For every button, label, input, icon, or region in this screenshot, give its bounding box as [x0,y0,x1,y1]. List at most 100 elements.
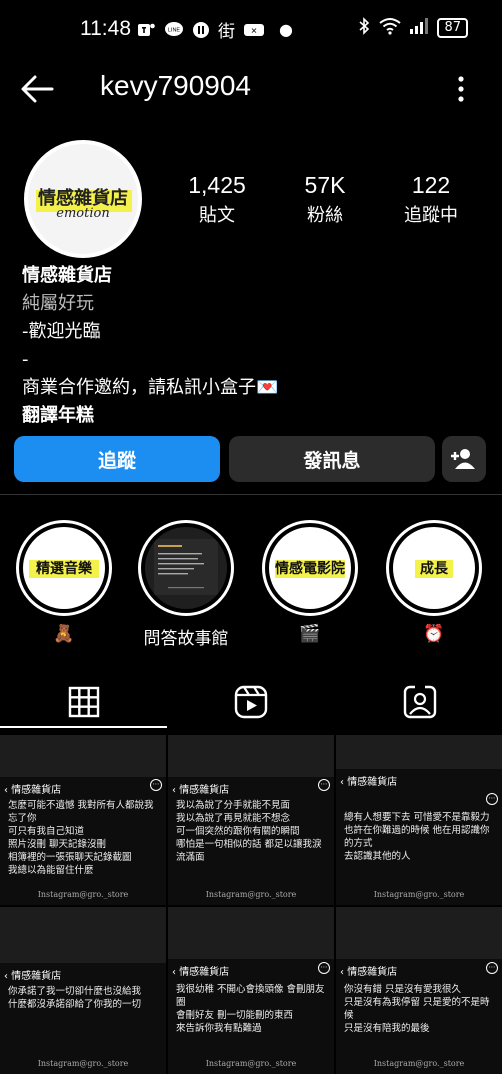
svg-text:LINE: LINE [168,27,181,33]
posts-grid-tab-icon[interactable] [64,682,104,722]
post-line: 來告訴你我有點難過 [176,1023,262,1034]
post-line: 怎麼可能不遺憾 我對所有人都說我忘了你 [8,800,154,824]
section-divider [0,494,502,495]
highlight-ring: 成長 [386,520,482,616]
post-top-band [0,907,166,963]
battery-indicator: 87 [437,18,468,38]
highlight-growth[interactable]: 成長 ⏰ [384,520,484,646]
avatar-text-sub: emotion [56,206,110,221]
post-text: 我很幼稚 不開心會換頭像 會刪朋友圈 會刪好友 刪一切能刪的東西 來告訴你我有點… [176,983,330,1035]
post-more-icon: ⋯ [318,779,330,791]
stat-following[interactable]: 122 追蹤中 [376,172,486,227]
status-notification-icons: LINE 街 ✕ ● [136,17,293,42]
profile-avatar[interactable]: 情感雜貨店 emotion [24,140,142,258]
post-line: 只是沒有陪我的最後 [344,1023,430,1034]
stat-posts[interactable]: 1,425 貼文 [162,172,272,227]
highlight-label: 🎬 [299,624,321,644]
post-watermark: Instagram@gro._store [373,1059,465,1068]
highlight-label: ⏰ [423,624,445,644]
tagged-tab-icon[interactable] [400,682,440,722]
post-line: 相簿裡的一張張聊天記錄截圖 [8,852,132,863]
post-thumbnail[interactable]: ‹ 情感雜貨店 ⋯ 你沒有錯 只是沒有愛我很久 只是沒有為我停留 只是愛的不是時… [336,907,502,1074]
post-line: 去認識其他的人 [344,851,411,862]
highlight-ring: 情感電影院 [262,520,358,616]
post-line: 也許在你難過的時候 他在用認識你的方式 [344,825,490,849]
post-thumbnail[interactable]: ‹ 情感雜貨店 你承諾了我一切卻什麼也沒給我 什麼都沒承諾卻給了你我的一切 In… [0,907,166,1074]
post-line: 總有人想要下去 可惜愛不是靠毅力 [344,812,490,823]
profile-bio: 情感雜貨店 純屬好玩 -歡迎光臨 - 商業合作邀約，請私訊小盒子💌 翻譯年糕 [22,262,482,430]
reels-tab-icon[interactable] [231,682,271,722]
post-thumbnail[interactable]: ‹ 情感雜貨店 ⋯ 我很幼稚 不開心會換頭像 會刪朋友圈 會刪好友 刪一切能刪的… [168,907,334,1074]
bio-line: 純屬好玩 [22,293,94,314]
post-text: 我以為說了分手就能不見面 我以為說了再見就能不想念 可一個突然的跟你有關的瞬間 … [176,799,330,864]
highlight-qa-thumbnail [154,539,218,595]
post-line: 我以為說了分手就能不見面 [176,800,291,811]
profile-display-name: 情感雜貨店 [22,265,112,286]
highlight-cover-text: 精選音樂 [36,561,92,577]
post-watermark: Instagram@gro._store [205,890,297,899]
post-line: 可只有我自己知道 [8,826,85,837]
highlight-ring [138,520,234,616]
stat-followers-label: 粉絲 [307,205,343,226]
post-line: 我很幼稚 不開心會換頭像 會刪朋友圈 [176,984,325,1008]
post-account-name: 情感雜貨店 [11,971,62,982]
post-text: 總有人想要下去 可惜愛不是靠毅力 也許在你難過的時候 他在用認識你的方式 去認識… [344,811,498,863]
dot-icon: ● [279,20,293,39]
profile-username: kevy790904 [100,70,252,101]
post-line: 照片沒刪 聊天記錄沒刪 [8,839,107,850]
status-time: 11:48 [80,17,131,40]
post-top-band [0,735,166,777]
posts-grid: ‹ 情感雜貨店 ⋯ 怎麼可能不遺憾 我對所有人都說我忘了你 可只有我自己知道 照… [0,735,502,1074]
post-top-band [168,907,334,959]
post-watermark: Instagram@gro._store [205,1059,297,1068]
street-icon: 街 [218,22,235,42]
post-account-name: 情感雜貨店 [11,785,62,796]
more-options-icon[interactable] [456,74,466,104]
wifi-icon [379,17,402,39]
post-more-icon: ⋯ [318,962,330,974]
stat-posts-count: 1,425 [188,172,246,198]
active-tab-indicator [0,726,167,728]
back-arrow-icon[interactable] [20,74,54,104]
stat-following-count: 122 [411,172,451,198]
post-top-band [168,735,334,777]
highlight-cover: 成長 [393,527,475,609]
status-system-icons: 87 [357,17,468,39]
post-watermark: Instagram@gro._store [373,890,465,899]
post-line: 可一個突然的跟你有關的瞬間 [176,826,300,837]
highlight-cover: 精選音樂 [23,527,105,609]
post-account-name: 情感雜貨店 [179,785,230,796]
highlight-label: 🧸 [53,624,75,644]
highlight-movie[interactable]: 情感電影院 🎬 [260,520,360,646]
add-user-icon [451,449,475,469]
post-account-label: ‹ 情感雜貨店 [4,971,62,982]
post-account-label: ‹ 情感雜貨店 [172,967,230,978]
follow-button[interactable]: 追蹤 [14,436,220,482]
bio-line: - [22,349,29,370]
post-text: 怎麼可能不遺憾 我對所有人都說我忘了你 可只有我自己知道 照片沒刪 聊天記錄沒刪… [8,799,162,877]
line-icon: LINE [164,21,184,39]
post-account-name: 情感雜貨店 [347,777,398,788]
suggest-users-button[interactable] [442,436,486,482]
bio-line: 商業合作邀約，請私訊小盒子💌 [22,377,279,398]
highlight-label: 問答故事館 [143,629,229,649]
post-account-label: ‹ 情感雜貨店 [4,785,62,796]
stat-posts-label: 貼文 [199,205,235,226]
post-thumbnail[interactable]: ‹ 情感雜貨店 ⋯ 怎麼可能不遺憾 我對所有人都說我忘了你 可只有我自己知道 照… [0,735,166,905]
profile-header: kevy790904 [0,60,502,116]
post-account-label: ‹ 情感雜貨店 [172,785,230,796]
stat-followers[interactable]: 57K 粉絲 [270,172,380,227]
signal-icon [409,17,429,39]
post-account-label: ‹ 情感雜貨店 [340,777,398,788]
post-thumbnail[interactable]: ‹ 情感雜貨店 ⋯ 我以為說了分手就能不見面 我以為說了再見就能不想念 可一個突… [168,735,334,905]
post-account-name: 情感雜貨店 [347,967,398,978]
teams-icon [136,21,156,39]
highlight-music[interactable]: 精選音樂 🧸 [14,520,114,646]
bio-translation-link[interactable]: 翻譯年糕 [22,402,482,430]
post-thumbnail[interactable]: ‹ 情感雜貨店 ⋯ 總有人想要下去 可惜愛不是靠毅力 也許在你難過的時候 他在用… [336,735,502,905]
status-bar: 11:48 LINE 街 ✕ ● 87 [0,0,502,58]
highlight-qa[interactable]: 問答故事館 [136,520,236,649]
highlight-cover-text: 情感電影院 [275,561,345,577]
post-line: 你沒有錯 只是沒有愛我很久 [344,984,462,995]
message-button[interactable]: 發訊息 [229,436,435,482]
